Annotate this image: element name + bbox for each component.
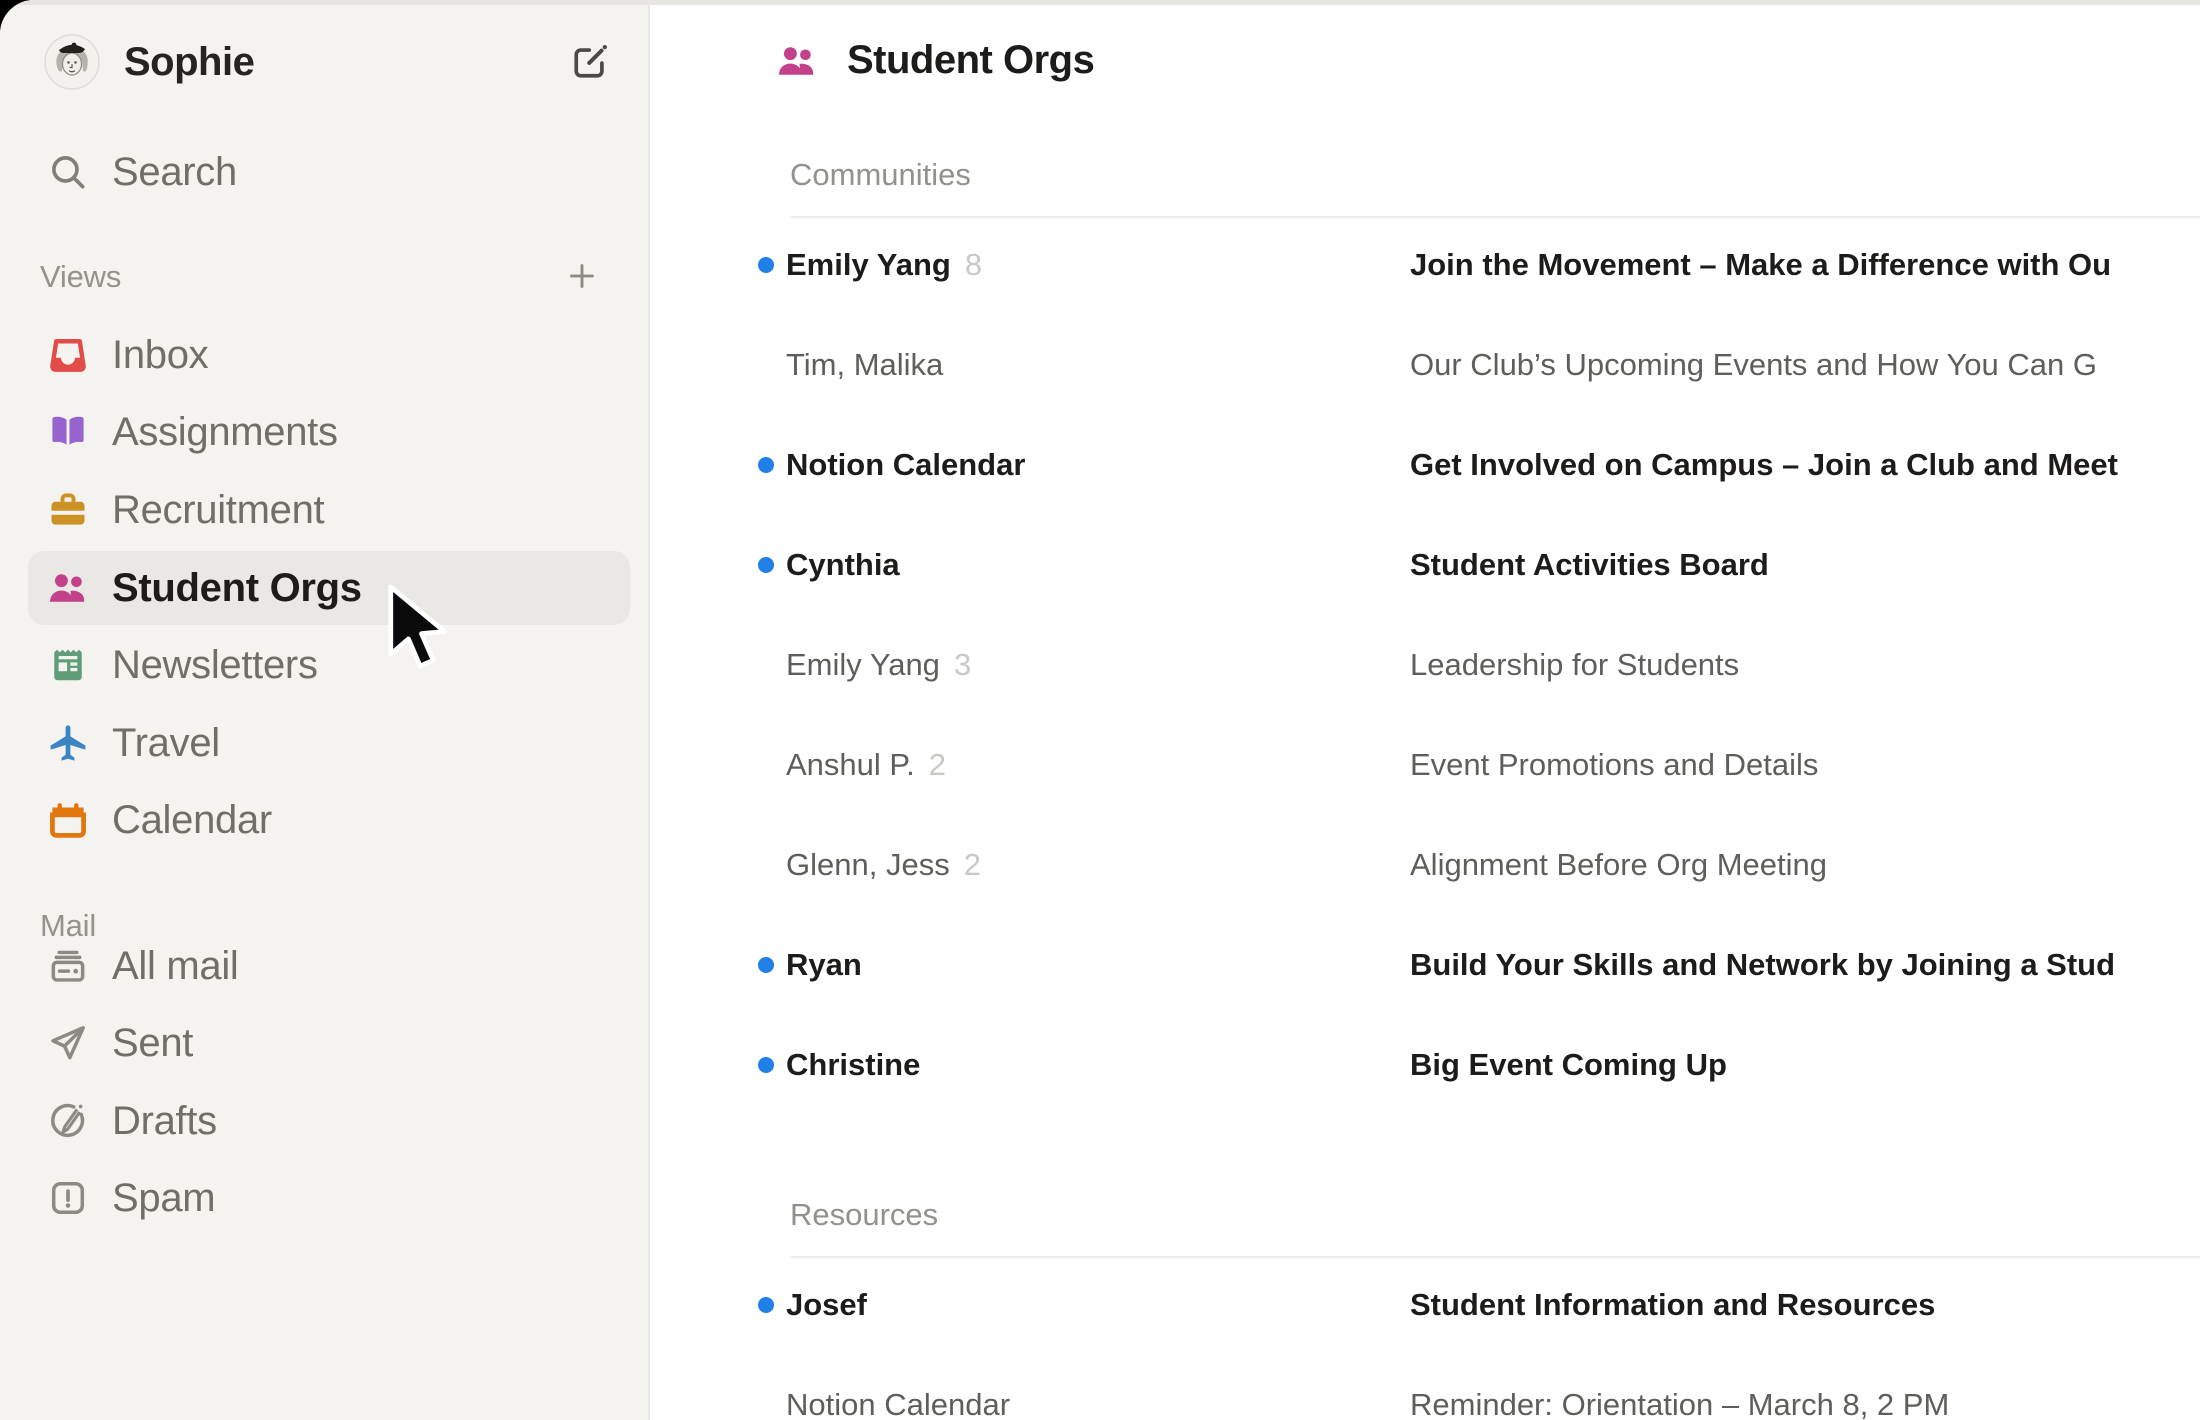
sidebar-item-label: Spam	[112, 1176, 215, 1221]
newspaper-icon	[46, 643, 90, 687]
search-input[interactable]: Search	[28, 135, 630, 209]
email-row[interactable]: Notion Calendar Reminder: Orientation – …	[758, 1381, 2200, 1420]
email-row[interactable]: Anshul P.2 Event Promotions and Details	[758, 741, 2200, 789]
email-row[interactable]: Emily Yang3 Leadership for Students	[758, 641, 2200, 689]
email-sender: Anshul P.2	[786, 747, 1410, 783]
sidebar-item-spam[interactable]: Spam	[28, 1161, 630, 1235]
email-row[interactable]: Christine Big Event Coming Up	[758, 1041, 2200, 1089]
email-subject: Alignment Before Org Meeting	[1410, 847, 2200, 883]
window-top-edge	[0, 0, 2200, 5]
sidebar-item-label: Inbox	[112, 333, 208, 378]
sidebar-item-student-orgs[interactable]: Student Orgs	[28, 551, 630, 625]
sidebar-item-label: Drafts	[112, 1099, 217, 1144]
sidebar-item-drafts[interactable]: Drafts	[28, 1084, 630, 1158]
inbox-icon	[46, 333, 90, 377]
email-subject: Our Club’s Upcoming Events and How You C…	[1410, 347, 2200, 383]
sidebar-item-travel[interactable]: Travel	[28, 706, 630, 780]
mail-app-window: Sophie Search Views	[0, 0, 2200, 1420]
sidebar-item-label: Newsletters	[112, 643, 318, 688]
calendar-icon	[46, 798, 90, 842]
briefcase-icon	[46, 488, 90, 532]
account-name: Sophie	[124, 40, 254, 85]
email-row[interactable]: Emily Yang8 Join the Movement – Make a D…	[758, 241, 2200, 289]
email-row[interactable]: Notion Calendar Get Involved on Campus –…	[758, 441, 2200, 489]
thread-count: 2	[929, 747, 946, 782]
unread-dot	[758, 457, 774, 473]
search-placeholder: Search	[112, 150, 237, 195]
thread-count: 3	[954, 647, 971, 682]
email-sender: Notion Calendar	[786, 1387, 1410, 1420]
page-title: Student Orgs	[847, 38, 1094, 83]
sidebar-item-inbox[interactable]: Inbox	[28, 318, 630, 392]
email-sender: Ryan	[786, 947, 1410, 983]
sidebar-item-label: Recruitment	[112, 488, 324, 533]
email-row[interactable]: Tim, Malika Our Club’s Upcoming Events a…	[758, 341, 2200, 389]
all-mail-icon	[46, 944, 90, 988]
thread-count: 2	[964, 847, 981, 882]
spam-icon	[46, 1176, 90, 1220]
email-row[interactable]: Josef Student Information and Resources	[758, 1281, 2200, 1329]
email-sender: Emily Yang3	[786, 647, 1410, 683]
unread-dot	[758, 957, 774, 973]
sidebar-item-assignments[interactable]: Assignments	[28, 395, 630, 469]
people-icon	[46, 566, 90, 610]
book-icon	[46, 410, 90, 454]
sidebar-item-recruitment[interactable]: Recruitment	[28, 473, 630, 547]
sidebar-item-sent[interactable]: Sent	[28, 1006, 630, 1080]
thread-count: 8	[965, 247, 982, 282]
sidebar-item-label: Sent	[112, 1021, 193, 1066]
section-label-communities: Communities	[790, 155, 971, 195]
email-row[interactable]: Glenn, Jess2 Alignment Before Org Meetin…	[758, 841, 2200, 889]
views-section-label: Views	[40, 256, 121, 298]
sidebar-item-label: Assignments	[112, 410, 338, 455]
airplane-icon	[46, 721, 90, 765]
view-header: Student Orgs	[775, 38, 1094, 83]
email-row[interactable]: Ryan Build Your Skills and Network by Jo…	[758, 941, 2200, 989]
email-subject: Big Event Coming Up	[1410, 1047, 2200, 1083]
email-subject: Student Activities Board	[1410, 547, 2200, 583]
email-subject: Get Involved on Campus – Join a Club and…	[1410, 447, 2200, 483]
sidebar: Sophie Search Views	[0, 0, 650, 1420]
compose-button[interactable]	[566, 38, 614, 86]
sidebar-item-all-mail[interactable]: All mail	[28, 929, 630, 1003]
unread-dot	[758, 257, 774, 273]
section-divider	[790, 1256, 2200, 1258]
sidebar-item-label: All mail	[112, 944, 239, 989]
email-row[interactable]: Cynthia Student Activities Board	[758, 541, 2200, 589]
sidebar-item-newsletters[interactable]: Newsletters	[28, 628, 630, 702]
sidebar-item-label: Travel	[112, 721, 220, 766]
email-subject: Join the Movement – Make a Difference wi…	[1410, 247, 2200, 283]
email-sender: Tim, Malika	[786, 347, 1410, 383]
sent-icon	[46, 1021, 90, 1065]
email-subject: Student Information and Resources	[1410, 1287, 2200, 1323]
avatar	[44, 34, 100, 90]
add-view-button[interactable]	[560, 254, 604, 298]
email-subject: Build Your Skills and Network by Joining…	[1410, 947, 2200, 983]
plus-icon	[564, 258, 600, 294]
email-sender: Notion Calendar	[786, 447, 1410, 483]
email-list-pane: Student Orgs Communities Emily Yang8 Joi…	[652, 0, 2200, 1420]
email-sender: Emily Yang8	[786, 247, 1410, 283]
unread-dot	[758, 557, 774, 573]
email-subject: Reminder: Orientation – March 8, 2 PM	[1410, 1387, 2200, 1420]
section-divider	[790, 216, 2200, 218]
email-sender: Glenn, Jess2	[786, 847, 1410, 883]
sidebar-item-label: Calendar	[112, 798, 272, 843]
unread-dot	[758, 1057, 774, 1073]
email-sender: Josef	[786, 1287, 1410, 1323]
compose-icon	[568, 40, 612, 84]
email-sender: Cynthia	[786, 547, 1410, 583]
unread-dot	[758, 1297, 774, 1313]
email-sender: Christine	[786, 1047, 1410, 1083]
email-subject: Leadership for Students	[1410, 647, 2200, 683]
email-subject: Event Promotions and Details	[1410, 747, 2200, 783]
sidebar-item-calendar[interactable]: Calendar	[28, 783, 630, 857]
search-icon	[46, 150, 90, 194]
people-icon	[775, 39, 819, 83]
section-label-resources: Resources	[790, 1195, 938, 1235]
sidebar-item-label: Student Orgs	[112, 566, 362, 611]
drafts-icon	[46, 1099, 90, 1143]
account-switcher[interactable]: Sophie	[28, 28, 624, 96]
